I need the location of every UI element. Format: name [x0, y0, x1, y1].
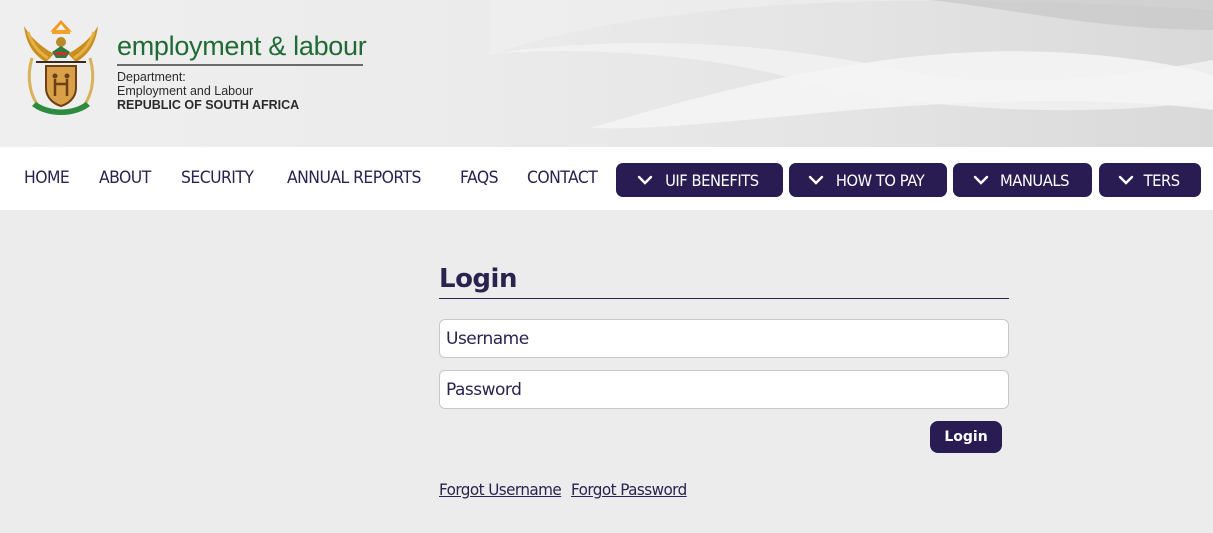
login-heading-divider [439, 298, 1009, 299]
username-input[interactable] [439, 319, 1009, 358]
login-heading: Login [439, 264, 517, 294]
nav-link-security[interactable]: SECURITY [181, 168, 254, 188]
main-navigation: HOME ABOUT SECURITY ANNUAL REPORTS FAQS … [0, 147, 1213, 210]
nav-dropdown-ters[interactable]: TERS [1099, 163, 1201, 197]
chevron-down-icon [637, 175, 652, 185]
nav-link-home[interactable]: HOME [24, 168, 70, 188]
country-name: REPUBLIC OF SOUTH AFRICA [117, 98, 300, 112]
brand-title: employment & labour [117, 31, 367, 61]
brand-block: employment & labour Department: Employme… [117, 30, 367, 112]
nav-link-about[interactable]: ABOUT [99, 168, 151, 188]
forgot-username-link[interactable]: Forgot Username [439, 480, 562, 499]
password-input[interactable] [439, 370, 1009, 409]
nav-dropdown-label: MANUALS [1000, 170, 1069, 190]
site-header: employment & labour Department: Employme… [0, 0, 1213, 147]
nav-dropdown-label: UIF BENEFITS [664, 170, 759, 190]
nav-dropdown-how-to-pay[interactable]: HOW TO PAY [789, 163, 947, 197]
nav-dropdown-label: TERS [1143, 170, 1181, 190]
nav-link-contact[interactable]: CONTACT [527, 168, 598, 188]
login-button[interactable]: Login [930, 421, 1002, 453]
chevron-down-icon [1119, 175, 1134, 185]
department-name: Employment and Labour [117, 84, 254, 98]
nav-dropdown-label: HOW TO PAY [835, 170, 925, 190]
chevron-down-icon [973, 175, 989, 185]
forgot-password-link[interactable]: Forgot Password [571, 480, 687, 499]
login-form: Login Login Forgot Username Forgot Passw… [439, 260, 1009, 499]
coat-of-arms-logo [24, 20, 98, 115]
chevron-down-icon [808, 175, 824, 185]
nav-dropdown-uif-benefits[interactable]: UIF BENEFITS [616, 163, 783, 197]
department-label: Department: [117, 70, 186, 84]
nav-link-annual-reports[interactable]: ANNUAL REPORTS [287, 168, 421, 188]
nav-link-faqs[interactable]: FAQS [460, 168, 499, 188]
forgot-links: Forgot Username Forgot Password [439, 480, 692, 499]
brand-divider [117, 64, 363, 66]
nav-dropdown-manuals[interactable]: MANUALS [953, 163, 1092, 197]
